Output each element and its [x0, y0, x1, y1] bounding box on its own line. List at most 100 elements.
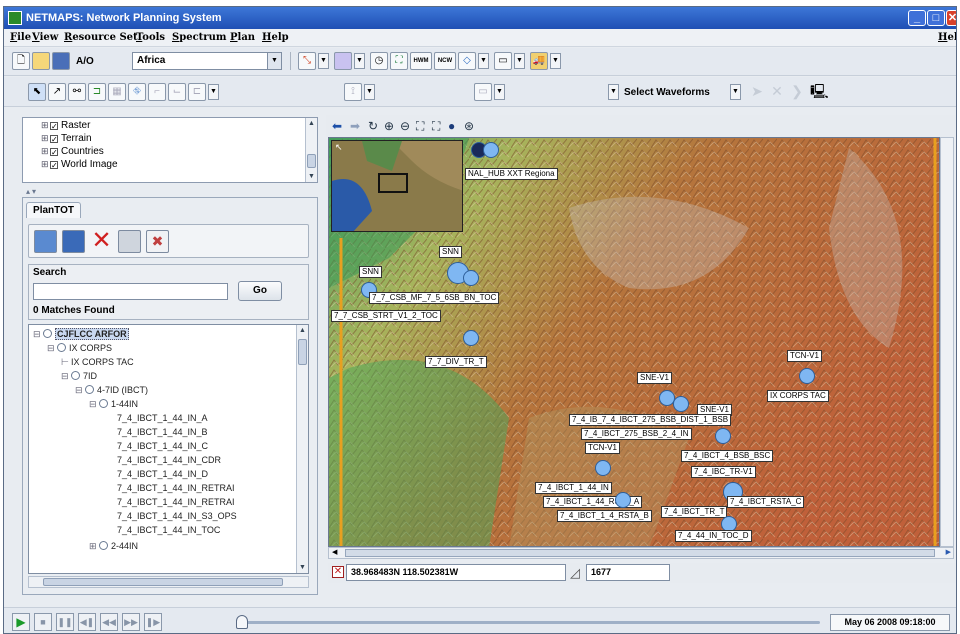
zoom-box-icon[interactable]: ⛶ — [432, 119, 440, 133]
region-combo[interactable]: Africa ▼ — [132, 52, 282, 70]
tree-leaf[interactable]: 7_4_IBCT_1_44_IN_S3_OPS — [117, 511, 237, 521]
unit-label[interactable]: 7_4_44_IN_TOC_D — [675, 530, 752, 542]
unit-marker[interactable] — [483, 142, 499, 158]
rotate-icon[interactable]: ↻ — [368, 119, 378, 133]
tree-node[interactable]: ⊞ 2-44IN — [89, 541, 138, 552]
diamond-button[interactable]: ◇ — [458, 52, 476, 70]
unit-label[interactable]: 7_7_DIV_TR_T — [425, 356, 487, 368]
open-folder-button[interactable] — [32, 52, 50, 70]
checkbox[interactable]: ✓ — [50, 161, 58, 170]
menu-tools[interactable]: Tools — [136, 32, 165, 43]
rewind-button[interactable]: ◀◀ — [100, 613, 118, 631]
unit-label[interactable]: 7_4_IBCT_4_BSB_BSC — [681, 450, 774, 462]
tree-leaf[interactable]: 7_4_IBCT_1_44_IN_D — [117, 469, 208, 479]
network-button[interactable]: ⛶ — [390, 52, 408, 70]
disabled-action-button[interactable] — [118, 230, 141, 253]
next-button[interactable]: ❯ — [788, 83, 806, 101]
menu-help[interactable]: Help — [262, 32, 289, 43]
menu-spectrum[interactable]: Spectrum — [172, 32, 226, 43]
clock-button[interactable]: ◷ — [370, 52, 388, 70]
unit-label[interactable]: SNN — [359, 266, 382, 278]
chevron-down-icon[interactable]: ▼ — [306, 171, 317, 182]
menu-file[interactable]: File — [10, 32, 31, 43]
unit-label[interactable]: SNE-V1 — [637, 372, 672, 384]
scroll-thumb[interactable] — [43, 578, 283, 586]
delete-link-button[interactable]: ✕ — [768, 83, 786, 101]
area-tool-dropdown[interactable]: ▼ — [354, 53, 365, 69]
tree-leaf[interactable]: 7_4_IBCT_1_44_IN_TOC — [117, 525, 220, 535]
unit-label[interactable]: 7_7_CSB_MF_7_5_6SB_BN_TOC — [369, 292, 500, 304]
stop-button[interactable]: ■ — [34, 613, 52, 631]
expand-icon[interactable]: ↖ — [335, 142, 343, 153]
menu-help-right[interactable]: Hel — [938, 32, 956, 43]
disabled-tool-dropdown[interactable]: ▼ — [208, 84, 219, 100]
unit-label[interactable]: 7_4_IBCT_1_4_RSTA_B — [557, 510, 652, 522]
maximize-button[interactable]: □ — [927, 10, 945, 26]
layer-item-raster[interactable]: ⊞ ✓ Raster — [41, 120, 90, 131]
area-tool-button[interactable] — [334, 52, 352, 70]
remove-link-button[interactable]: ✖ — [146, 230, 169, 253]
tree-node[interactable]: ⊟ 7ID — [61, 371, 97, 382]
checkbox[interactable]: ✓ — [50, 135, 58, 144]
unit-label[interactable]: TCN-V1 — [787, 350, 822, 362]
pause-button[interactable]: ❚❚ — [56, 613, 74, 631]
tree-node[interactable]: ⊟ 4-7ID (IBCT) — [75, 385, 148, 396]
map-horizontal-scrollbar[interactable]: ◀ ▶ — [328, 547, 954, 559]
unit-label[interactable]: NAL_HUB XXT Regiona — [465, 168, 558, 180]
network-link-button[interactable]: ⛗ — [128, 83, 146, 101]
edit-tool-dropdown[interactable]: ▼ — [494, 84, 505, 100]
layer-item-terrain[interactable]: ⊞ ✓ Terrain — [41, 133, 92, 144]
select-tool-button[interactable]: ⬉ — [28, 83, 46, 101]
menu-resource-set[interactable]: Resource Set — [64, 32, 138, 43]
chevron-right-icon[interactable]: ▶ — [946, 548, 951, 556]
tree-leaf[interactable]: 7_4_IBCT_1_44_IN_RETRAI — [117, 497, 235, 507]
tree-horizontal-scrollbar[interactable] — [28, 576, 309, 588]
forward-button[interactable]: ➤ — [748, 83, 766, 101]
link-tool-dropdown[interactable]: ▼ — [318, 53, 329, 69]
unit-marker[interactable] — [615, 492, 631, 508]
grid-button[interactable]: ▦ — [108, 83, 126, 101]
radio-dropdown[interactable]: ▼ — [514, 53, 525, 69]
play-button[interactable]: ▶ — [12, 613, 30, 631]
draw-link-button[interactable]: ↗ — [48, 83, 66, 101]
tree-leaf[interactable]: 7_4_IBCT_1_44_IN_CDR — [117, 455, 221, 465]
save-button[interactable] — [52, 52, 70, 70]
edit-unit-button[interactable] — [62, 230, 85, 253]
new-file-button[interactable]: 🗋 — [12, 52, 30, 70]
forward-arrow-icon[interactable]: ➡ — [350, 119, 360, 133]
menu-view[interactable]: View — [32, 32, 58, 43]
path-button[interactable]: ⌐ — [148, 83, 166, 101]
unit-label[interactable]: 7_4_IB_7_4_IBCT_275_BSB_DIST_1_BSB — [569, 414, 732, 426]
unit-label[interactable]: 7_4_IBCT_1_44_IN — [535, 482, 612, 494]
tree-scrollbar[interactable]: ▲ ▼ — [296, 325, 308, 573]
tree-leaf[interactable]: 7_4_IBCT_1_44_IN_B — [117, 427, 208, 437]
unit-marker[interactable] — [715, 428, 731, 444]
unit-marker[interactable] — [463, 330, 479, 346]
waveform-arrow-left[interactable]: ▼ — [608, 84, 619, 100]
step-back-button[interactable]: ◀❚ — [78, 613, 96, 631]
checkbox[interactable]: ✓ — [50, 148, 58, 157]
unit-marker[interactable] — [595, 460, 611, 476]
chevron-down-icon[interactable]: ▼ — [297, 562, 308, 573]
unit-marker[interactable] — [799, 368, 815, 384]
menu-plan[interactable]: Plan — [230, 32, 255, 43]
hwm-button[interactable]: HWM — [410, 52, 432, 70]
tab-plantot[interactable]: PlanTOT — [26, 202, 81, 218]
close-button[interactable]: ✕ — [946, 10, 956, 26]
scroll-thumb[interactable] — [307, 154, 316, 168]
go-button[interactable]: Go — [238, 281, 282, 301]
back-arrow-icon[interactable]: ⬅ — [332, 119, 342, 133]
route-button[interactable]: ⊐ — [88, 83, 106, 101]
unit-label[interactable]: 7_4_IBCT_RSTA_C — [727, 496, 805, 508]
tree-node[interactable]: ⊢ IX CORPS TAC — [61, 357, 134, 368]
timeline-slider[interactable] — [240, 621, 820, 624]
unit-label[interactable]: 7_4_IBC_TR-V1 — [691, 466, 756, 478]
map-vertical-scrollbar[interactable] — [940, 137, 954, 547]
tree-leaf[interactable]: 7_4_IBCT_1_44_IN_C — [117, 441, 208, 451]
zoom-out-icon[interactable]: ⊖ — [400, 119, 410, 133]
tree-node[interactable]: ⊟ CJFLCC ARFOR — [33, 328, 129, 340]
layer-list-scrollbar[interactable]: ▲ ▼ — [305, 118, 317, 182]
terrain-map[interactable]: ↖ NAL_HUB XXT Regiona SNN SNN 7_7_CSB_MF… — [328, 137, 940, 547]
layer-tool-dropdown[interactable]: ▼ — [364, 84, 375, 100]
splitter-handle[interactable]: ▴▾ — [26, 187, 38, 196]
